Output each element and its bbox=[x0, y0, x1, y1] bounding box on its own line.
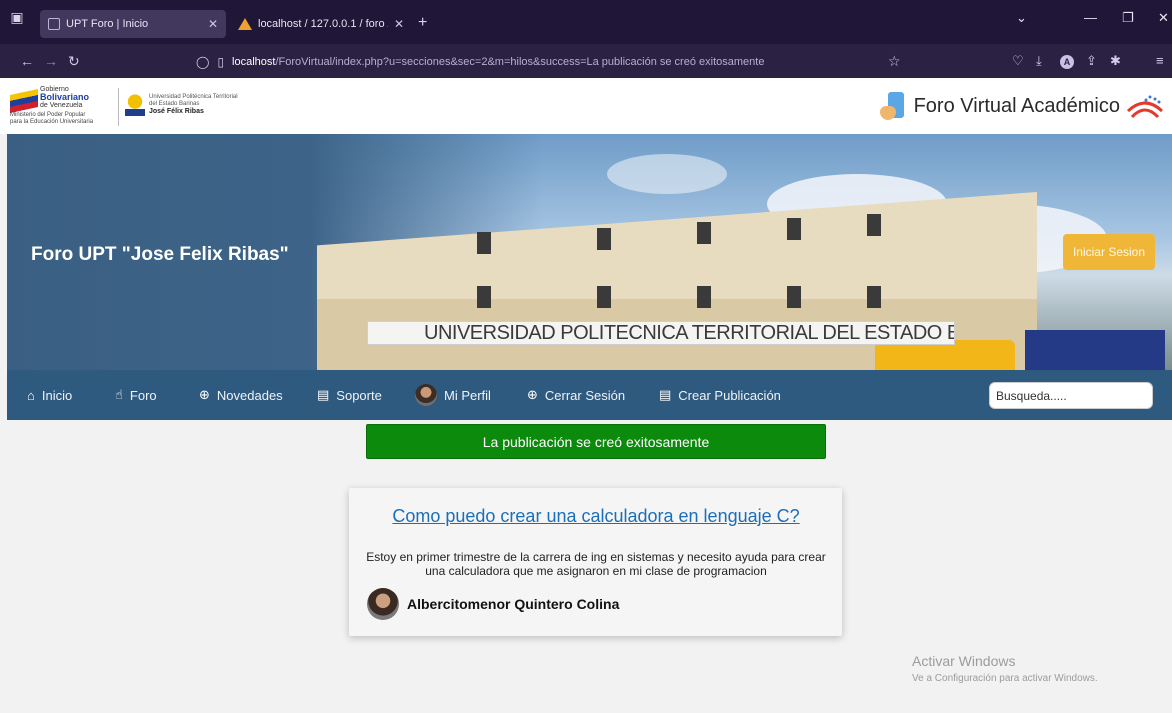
browser-tab-bar: ▣ UPT Foro | Inicio ✕ localhost / 127.0.… bbox=[0, 0, 1172, 44]
windows-activation-watermark: Activar Windows Ve a Configuración para … bbox=[912, 653, 1098, 684]
message-icon: ▤ bbox=[659, 387, 672, 402]
main-navigation: ⌂ Inicio ☝ Foro ⊕ Novedades ▤ Soporte Mi… bbox=[7, 370, 1172, 420]
tab-title: UPT Foro | Inicio bbox=[66, 18, 149, 30]
watermark-subtitle: Ve a Configuración para activar Windows. bbox=[912, 673, 1098, 684]
window-minimize-icon[interactable]: — bbox=[1084, 10, 1097, 25]
tab-favicon-icon bbox=[48, 18, 60, 30]
hand-pointer-icon: ☝ bbox=[115, 387, 123, 402]
window-restore-icon[interactable]: ❐ bbox=[1122, 10, 1134, 26]
gobierno-bolivariano-logo: Gobierno Bolivariano de Venezuela Minist… bbox=[10, 86, 114, 126]
upt-logo: Universidad Politécnica Territorial del … bbox=[118, 88, 258, 126]
nav-item-soporte[interactable]: ▤ Soporte bbox=[317, 370, 382, 420]
account-icon[interactable]: A bbox=[1060, 53, 1074, 69]
pocket-icon[interactable]: ♡ bbox=[1012, 53, 1024, 69]
upt-emblem-icon bbox=[125, 92, 145, 116]
upt-line1: Universidad Politécnica Territorial bbox=[149, 94, 238, 100]
cloud-decoration bbox=[607, 154, 727, 194]
extension-icon[interactable]: ✱ bbox=[1110, 53, 1121, 69]
back-arrow-icon[interactable]: ← bbox=[20, 53, 34, 69]
globe-icon: ⊕ bbox=[199, 387, 210, 402]
author-avatar bbox=[367, 588, 399, 620]
tab-close-icon[interactable]: ✕ bbox=[208, 17, 218, 31]
foro-virtual-brand: Foro Virtual Académico bbox=[879, 88, 1164, 124]
search-input[interactable] bbox=[989, 382, 1153, 409]
nav-label: Cerrar Sesión bbox=[544, 387, 626, 403]
tab-list-icon[interactable]: ▣ bbox=[6, 6, 28, 28]
forward-arrow-icon[interactable]: → bbox=[44, 53, 58, 69]
venezuela-flag-icon bbox=[10, 89, 38, 113]
gob-line3: de Venezuela bbox=[40, 102, 83, 109]
reload-icon[interactable]: ↻ bbox=[68, 53, 80, 70]
nav-label: Mi Perfil bbox=[444, 387, 491, 403]
nav-item-cerrar-sesion[interactable]: ⊕ Cerrar Sesión bbox=[527, 370, 625, 420]
nav-label: Crear Publicación bbox=[678, 387, 781, 403]
download-icon[interactable]: ⤓ bbox=[1036, 53, 1042, 69]
nav-label: Soporte bbox=[336, 387, 382, 403]
nav-item-foro[interactable]: ☝ Foro bbox=[115, 370, 157, 420]
post-card: Como puedo crear una calculadora en leng… bbox=[349, 488, 842, 636]
gob-line2: Bolivariano bbox=[40, 92, 90, 102]
post-title-link[interactable]: Como puedo crear una calculadora en leng… bbox=[365, 506, 827, 527]
globe-icon: ⊕ bbox=[527, 387, 538, 402]
hero-flag-decoration bbox=[1025, 330, 1165, 370]
address-field[interactable]: ◯ ▯ localhost/ForoVirtual/index.php?u=se… bbox=[196, 50, 916, 74]
new-tab-plus-icon[interactable]: + bbox=[418, 14, 427, 32]
tab-title: localhost / 127.0.0.1 / foro / pul bbox=[258, 18, 388, 30]
browser-tab-upt-foro[interactable]: UPT Foro | Inicio ✕ bbox=[40, 10, 226, 38]
upt-line3: José Félix Ribas bbox=[149, 108, 204, 115]
share-icon[interactable]: ⇪ bbox=[1086, 53, 1097, 69]
message-icon: ▤ bbox=[317, 387, 330, 402]
nav-label: Foro bbox=[129, 387, 157, 403]
phone-hand-icon bbox=[879, 90, 908, 122]
bookmark-star-icon[interactable]: ☆ bbox=[888, 53, 901, 70]
watermark-title: Activar Windows bbox=[912, 653, 1016, 669]
phpmyadmin-favicon-icon bbox=[238, 18, 252, 30]
nav-item-crear-publicacion[interactable]: ▤ Crear Publicación bbox=[659, 370, 781, 420]
nav-label: Novedades bbox=[216, 387, 283, 403]
nav-label: Inicio bbox=[41, 387, 73, 403]
login-button[interactable]: Iniciar Sesion bbox=[1063, 234, 1155, 270]
gob-ministry1: Ministerio del Poder Popular bbox=[10, 112, 86, 118]
upt-line2: del Estado Barinas bbox=[149, 101, 200, 107]
hero-banner: UNIVERSIDAD POLITECNICA TERRITORIAL DEL … bbox=[7, 134, 1172, 370]
brand-wave-icon bbox=[1126, 95, 1164, 119]
tab-overflow-chevron-icon[interactable]: ⌄ bbox=[1016, 10, 1027, 26]
url-host: localhost bbox=[232, 56, 276, 68]
post-author: Albercitomenor Quintero Colina bbox=[367, 588, 619, 620]
page-icon: ▯ bbox=[217, 55, 225, 69]
user-avatar bbox=[415, 384, 437, 406]
nav-item-mi-perfil[interactable]: Mi Perfil bbox=[415, 370, 491, 420]
nav-item-inicio[interactable]: ⌂ Inicio bbox=[27, 370, 72, 420]
home-icon: ⌂ bbox=[27, 387, 35, 403]
hero-title: Foro UPT "Jose Felix Ribas" bbox=[31, 244, 289, 265]
brand-title: Foro Virtual Académico bbox=[913, 94, 1120, 117]
site-logo-header: Gobierno Bolivariano de Venezuela Minist… bbox=[0, 78, 1172, 134]
window-close-icon[interactable]: ✕ bbox=[1158, 10, 1169, 26]
tab-close-icon[interactable]: ✕ bbox=[394, 17, 404, 31]
success-alert: La publicación se creó exitosamente bbox=[366, 424, 826, 459]
gob-ministry2: para la Educación Universitaria bbox=[10, 119, 94, 125]
browser-url-bar: ← → ↻ ◯ ▯ localhost/ForoVirtual/index.ph… bbox=[0, 44, 1172, 78]
url-path: /ForoVirtual/index.php?u=secciones&sec=2… bbox=[275, 56, 765, 68]
shield-icon: ◯ bbox=[196, 55, 210, 69]
building-sign-text: UNIVERSIDAD POLITECNICA TERRITORIAL DEL … bbox=[367, 321, 955, 345]
post-body: Estoy en primer trimestre de la carrera … bbox=[366, 550, 826, 578]
nav-item-novedades[interactable]: ⊕ Novedades bbox=[199, 370, 283, 420]
author-name: Albercitomenor Quintero Colina bbox=[407, 596, 620, 612]
menu-icon[interactable]: ≡ bbox=[1156, 53, 1164, 68]
browser-tab-phpmyadmin[interactable]: localhost / 127.0.0.1 / foro / pul ✕ bbox=[230, 10, 412, 38]
